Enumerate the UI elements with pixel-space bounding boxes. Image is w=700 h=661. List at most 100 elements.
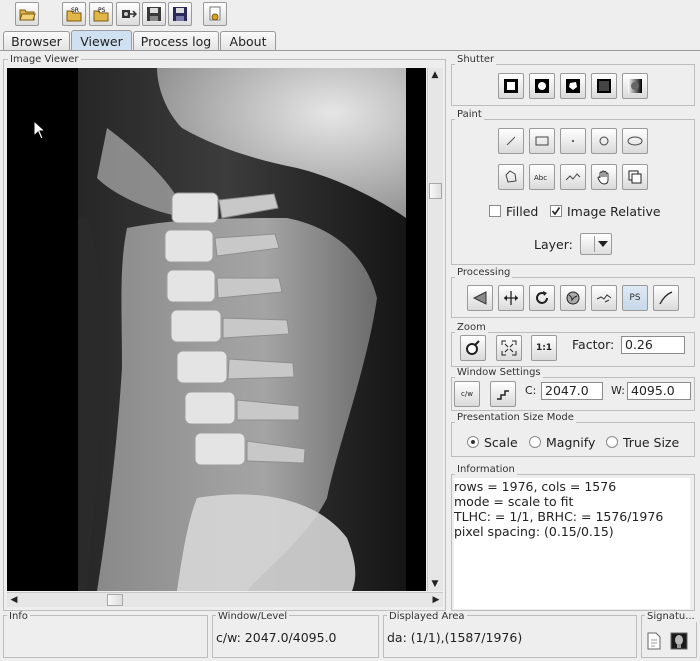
tab-about[interactable]: About bbox=[220, 31, 276, 50]
svg-text:PS: PS bbox=[98, 7, 106, 14]
scroll-up-arrow-icon[interactable]: ▲ bbox=[428, 68, 442, 82]
scroll-right-arrow-icon[interactable]: ▶ bbox=[429, 593, 443, 607]
paint-layers-button[interactable] bbox=[622, 164, 648, 190]
tab-viewer[interactable]: Viewer bbox=[71, 30, 132, 50]
true-size-radio[interactable] bbox=[606, 436, 618, 448]
status-window-level-value: c/w: 2047.0/4095.0 bbox=[216, 630, 337, 645]
open-folder-button[interactable] bbox=[15, 2, 39, 26]
curve-icon bbox=[659, 291, 673, 305]
paint-text-button[interactable]: Abc bbox=[529, 164, 555, 190]
paint-polygon-button[interactable] bbox=[498, 164, 524, 190]
chevron-down-icon bbox=[598, 241, 608, 247]
save-as-icon bbox=[173, 7, 187, 21]
magnify-label: Magnify bbox=[546, 435, 596, 450]
paint-select-button[interactable] bbox=[591, 164, 617, 190]
vertical-scrollbar[interactable]: ▲ ▼ bbox=[427, 68, 443, 591]
zoom-tool-button[interactable] bbox=[460, 335, 486, 361]
tab-browser[interactable]: Browser bbox=[3, 31, 70, 50]
paint-title: Paint bbox=[455, 109, 484, 120]
svg-text:SR: SR bbox=[71, 7, 79, 14]
shutter-polygon-button[interactable] bbox=[560, 73, 586, 99]
globe-icon bbox=[566, 291, 580, 305]
network-icon bbox=[122, 10, 137, 18]
window-step-button[interactable] bbox=[490, 381, 516, 407]
paint-polyline-button[interactable] bbox=[560, 164, 586, 190]
layer-select[interactable] bbox=[580, 233, 612, 255]
tab-divider bbox=[0, 50, 700, 51]
network-button[interactable] bbox=[116, 2, 140, 26]
move-arrows-icon bbox=[504, 291, 518, 305]
curve-button[interactable] bbox=[653, 285, 679, 311]
polyline-icon bbox=[565, 173, 581, 181]
information-title: Information bbox=[455, 464, 517, 475]
horizontal-scroll-thumb[interactable] bbox=[107, 594, 123, 606]
pan-button[interactable] bbox=[498, 285, 524, 311]
ps-label: PS bbox=[629, 293, 641, 303]
filled-checkbox[interactable] bbox=[489, 205, 501, 217]
image-relative-checkbox[interactable] bbox=[550, 205, 562, 217]
zoom-one-to-one-button[interactable]: 1:1 bbox=[531, 335, 557, 361]
paint-ellipse-button[interactable] bbox=[622, 128, 648, 154]
one-to-one-label: 1:1 bbox=[535, 343, 553, 353]
shutter-title: Shutter bbox=[455, 54, 497, 65]
lut-button[interactable] bbox=[591, 285, 617, 311]
horizontal-scrollbar[interactable]: ◀ ▶ bbox=[7, 592, 443, 607]
bitmap-shutter-icon bbox=[597, 79, 611, 93]
tab-label: Process log bbox=[140, 34, 212, 49]
image-canvas[interactable] bbox=[7, 68, 426, 591]
paint-circle-button[interactable] bbox=[591, 128, 617, 154]
line-icon bbox=[506, 136, 516, 146]
flip-button[interactable] bbox=[467, 285, 493, 311]
info-line: pixel spacing: (0.15/0.15) bbox=[454, 524, 614, 539]
tab-label: Viewer bbox=[80, 34, 123, 49]
vertical-scroll-thumb[interactable] bbox=[429, 183, 442, 199]
text-icon: Abc bbox=[534, 174, 547, 182]
scale-label: Scale bbox=[484, 435, 518, 450]
invert-button[interactable] bbox=[560, 285, 586, 311]
settings-button[interactable] bbox=[203, 2, 227, 26]
scroll-down-arrow-icon[interactable]: ▼ bbox=[428, 577, 442, 591]
circle-icon bbox=[599, 136, 609, 146]
center-label: C: bbox=[525, 384, 537, 397]
document-icon[interactable] bbox=[646, 632, 662, 650]
window-center-input[interactable]: 2047.0 bbox=[541, 382, 603, 400]
info-line: rows = 1976, cols = 1576 bbox=[454, 479, 617, 494]
layer-label: Layer: bbox=[534, 237, 573, 252]
scroll-left-arrow-icon[interactable]: ◀ bbox=[7, 593, 21, 607]
open-folder-icon bbox=[19, 9, 36, 21]
ellipse-icon bbox=[627, 136, 643, 146]
signature-xray-icon[interactable] bbox=[670, 632, 688, 650]
window-cw-button[interactable]: c/w bbox=[454, 381, 480, 407]
shutter-rectangle-button[interactable] bbox=[498, 73, 524, 99]
open-sr-icon: SR bbox=[66, 7, 82, 22]
mouse-cursor-icon bbox=[33, 120, 47, 140]
flip-triangle-icon bbox=[472, 291, 487, 305]
paint-line-button[interactable] bbox=[498, 128, 524, 154]
rotate-button[interactable] bbox=[529, 285, 555, 311]
information-text: rows = 1976, cols = 1576 mode = scale to… bbox=[454, 478, 690, 609]
save-icon bbox=[147, 7, 161, 21]
shutter-bitmap-button[interactable] bbox=[591, 73, 617, 99]
polygon-icon bbox=[505, 170, 517, 183]
check-icon bbox=[551, 207, 561, 216]
save-button[interactable] bbox=[142, 2, 166, 26]
presentation-state-button[interactable]: PS bbox=[622, 285, 648, 311]
zoom-factor-input[interactable]: 0.26 bbox=[621, 336, 685, 354]
window-width-input[interactable]: 4095.0 bbox=[627, 382, 691, 400]
magnify-radio[interactable] bbox=[529, 436, 541, 448]
status-info-panel bbox=[3, 615, 208, 658]
save-as-button[interactable] bbox=[168, 2, 192, 26]
paint-rectangle-button[interactable] bbox=[529, 128, 555, 154]
status-displayed-area-value: da: (1/1),(1587/1976) bbox=[387, 630, 523, 645]
tab-process-log[interactable]: Process log bbox=[133, 31, 219, 50]
open-sr-button[interactable]: SR bbox=[62, 2, 86, 26]
shutter-presentation-button[interactable] bbox=[622, 73, 648, 99]
open-ps-button[interactable]: PS bbox=[89, 2, 113, 26]
shutter-circle-button[interactable] bbox=[529, 73, 555, 99]
zoom-fit-button[interactable] bbox=[496, 335, 522, 361]
filled-label: Filled bbox=[506, 204, 539, 219]
status-signature-title: Signatu... bbox=[645, 611, 697, 622]
paint-point-button[interactable] bbox=[560, 128, 586, 154]
layers-icon bbox=[628, 170, 642, 184]
scale-radio[interactable] bbox=[467, 436, 479, 448]
